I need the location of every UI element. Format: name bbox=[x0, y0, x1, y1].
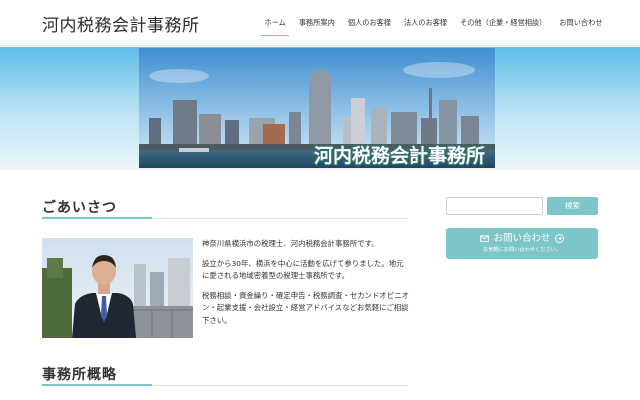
greeting-heading: ごあいさつ bbox=[42, 200, 117, 216]
greeting-paragraph: 設立から30年、横浜を中心に活動を広げて参りました。地元に愛される地域密着型の税… bbox=[202, 258, 404, 281]
nav-item-home[interactable]: ホーム bbox=[258, 0, 292, 46]
contact-button-sublabel: お気軽にお問い合わせください。 bbox=[483, 247, 561, 253]
nav-item-office-info[interactable]: 事務所案内 bbox=[292, 0, 341, 46]
search-button[interactable]: 検索 bbox=[547, 197, 598, 215]
site-title[interactable]: 河内税務会計事務所 bbox=[42, 11, 200, 36]
overview-heading: 事務所概略 bbox=[42, 367, 117, 383]
nav-item-contact[interactable]: お問い合わせ bbox=[553, 0, 609, 46]
search-input[interactable] bbox=[446, 197, 543, 215]
overview-heading-underline bbox=[42, 384, 408, 386]
global-nav: ホーム 事務所案内 個人のお客様 法人のお客様 その他（企業・経営相談） お問い… bbox=[258, 0, 609, 46]
nav-item-corporate-clients[interactable]: 法人のお客様 bbox=[397, 0, 453, 46]
greeting-paragraph: 税務相談・資金繰り・確定申告・税務調査・セカンドオピニオン・起業支援・会社設立・… bbox=[202, 290, 409, 325]
hero-cityscape-image: 河内税務会計事務所 bbox=[139, 48, 495, 168]
greeting-paragraph: 神奈川県横浜市の税理士、河内税務会計事務所です。 bbox=[202, 239, 379, 248]
site-header: 河内税務会計事務所 ホーム 事務所案内 個人のお客様 法人のお客様 その他（企業… bbox=[0, 0, 640, 46]
contact-button-label: お問い合わせ bbox=[493, 233, 551, 244]
greeting-text: 神奈川県横浜市の税理士、河内税務会計事務所です。 設立から30年、横浜を中心に活… bbox=[202, 238, 410, 334]
hero-band: 河内税務会計事務所 bbox=[0, 47, 640, 169]
hero-divider bbox=[0, 169, 640, 170]
nav-item-other-consulting[interactable]: その他（企業・経営相談） bbox=[454, 0, 553, 46]
hero-overlay-title: 河内税務会計事務所 bbox=[314, 144, 485, 167]
contact-button[interactable]: お問い合わせ お気軽にお問い合わせください。 bbox=[446, 228, 598, 259]
greeting-heading-underline bbox=[42, 217, 408, 219]
representative-photo bbox=[42, 238, 193, 338]
nav-item-individual-clients[interactable]: 個人のお客様 bbox=[341, 0, 397, 46]
arrow-circle-right-icon bbox=[554, 234, 564, 243]
envelope-icon bbox=[480, 235, 490, 242]
